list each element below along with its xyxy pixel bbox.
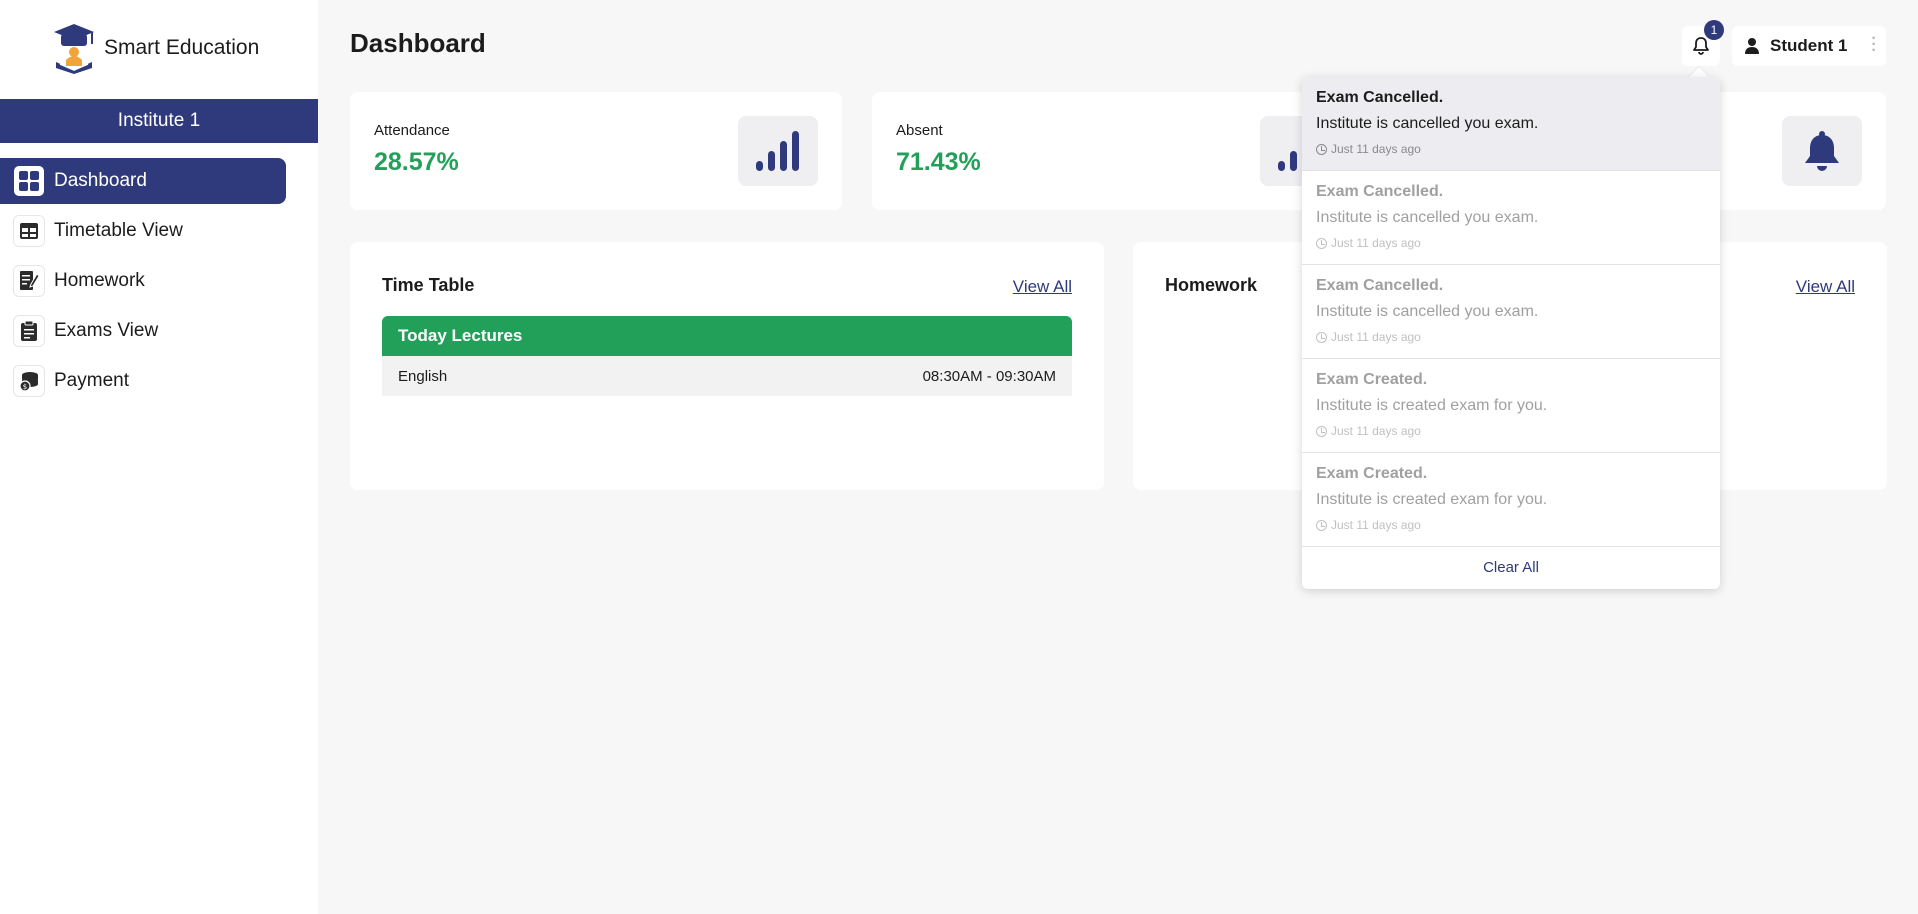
notification-message: Institute is cancelled you exam. <box>1316 115 1539 132</box>
sidebar-item-label: Payment <box>54 370 129 391</box>
sidebar-item-homework[interactable]: Homework <box>0 258 318 304</box>
page-title: Dashboard <box>350 28 486 58</box>
signal-bars-icon <box>738 116 818 186</box>
stat-label: Absent <box>896 122 943 139</box>
notification-time-text: Just 11 days ago <box>1331 236 1421 250</box>
kebab-menu-icon[interactable]: · · · <box>1870 31 1878 59</box>
homework-view-all-link[interactable]: View All <box>1796 277 1855 297</box>
notification-title: Exam Cancelled. <box>1316 183 1444 200</box>
notification-time: Just 11 days ago <box>1316 330 1706 344</box>
timetable-panel: Time Table View All Today Lectures Engli… <box>350 242 1104 490</box>
sidebar-item-label: Timetable View <box>54 220 183 241</box>
grid-icon <box>14 166 44 196</box>
lecture-time: 08:30AM - 09:30AM <box>922 367 1056 385</box>
notification-time-text: Just 11 days ago <box>1331 142 1421 156</box>
lecture-subject: English <box>398 367 448 385</box>
graduation-cap-logo <box>54 24 94 74</box>
notification-message: Institute is created exam for you. <box>1316 397 1548 414</box>
brand[interactable]: Smart Education <box>52 22 259 74</box>
sidebar-item-dashboard[interactable]: Dashboard <box>0 158 286 204</box>
institute-label[interactable]: Institute 1 <box>0 99 318 143</box>
today-lectures-header: Today Lectures <box>382 316 1072 356</box>
notification-time: Just 11 days ago <box>1316 518 1706 532</box>
notification-time: Just 11 days ago <box>1316 424 1706 438</box>
notifications-dropdown: Exam Cancelled. Institute is cancelled y… <box>1302 77 1720 589</box>
sidebar-item-label: Dashboard <box>54 170 147 191</box>
notification-count-badge: 1 <box>1704 20 1724 40</box>
sidebar-item-payment[interactable]: $ Payment <box>0 358 318 404</box>
notification-message: Institute is created exam for you. <box>1316 491 1548 508</box>
attendance-card: Attendance 28.57% <box>350 92 842 210</box>
clock-icon <box>1316 519 1327 531</box>
sidebar-item-label: Exams View <box>54 320 159 341</box>
clock-icon <box>1316 331 1327 343</box>
lecture-row: English 08:30AM - 09:30AM <box>382 356 1072 396</box>
bell-icon <box>1693 37 1709 55</box>
notebook-pen-icon <box>14 266 44 296</box>
stat-value: 71.43% <box>896 148 981 176</box>
clock-icon <box>1316 237 1327 249</box>
timetable-view-all-link[interactable]: View All <box>1013 277 1072 297</box>
sidebar-item-timetable-view[interactable]: Timetable View <box>0 208 318 254</box>
clipboard-icon <box>14 316 44 346</box>
stat-label: Attendance <box>374 122 450 139</box>
brand-name: Smart Education <box>104 36 260 59</box>
coins-icon: $ <box>14 366 44 396</box>
notification-item[interactable]: Exam Cancelled. Institute is cancelled y… <box>1302 265 1720 359</box>
user-icon <box>1745 38 1759 54</box>
notification-title: Exam Created. <box>1316 371 1428 388</box>
notification-title: Exam Cancelled. <box>1316 277 1444 294</box>
absent-card: Absent 71.43% <box>872 92 1364 210</box>
notification-item[interactable]: Exam Cancelled. Institute is cancelled y… <box>1302 171 1720 265</box>
notification-title: Exam Cancelled. <box>1316 89 1444 106</box>
notification-time: Just 11 days ago <box>1316 236 1706 250</box>
svg-text:$: $ <box>23 383 27 391</box>
user-menu-button[interactable]: Student 1 · · · <box>1732 26 1886 66</box>
panel-title: Homework <box>1165 275 1258 295</box>
clear-all-button[interactable]: Clear All <box>1302 547 1720 588</box>
sidebar-item-label: Homework <box>54 270 145 291</box>
notification-item[interactable]: Exam Created. Institute is created exam … <box>1302 453 1720 547</box>
notification-message: Institute is cancelled you exam. <box>1316 303 1539 320</box>
notification-time-text: Just 11 days ago <box>1331 330 1421 344</box>
notification-item[interactable]: Exam Created. Institute is created exam … <box>1302 359 1720 453</box>
notification-message: Institute is cancelled you exam. <box>1316 209 1539 226</box>
table-icon <box>14 216 44 246</box>
clock-icon <box>1316 143 1327 155</box>
stat-value: 28.57% <box>374 148 459 176</box>
sidebar-nav: Dashboard Timetable View Homework Exams … <box>0 158 318 408</box>
notification-time-text: Just 11 days ago <box>1331 424 1421 438</box>
notification-time-text: Just 11 days ago <box>1331 518 1421 532</box>
notification-time: Just 11 days ago <box>1316 142 1706 156</box>
clock-icon <box>1316 425 1327 437</box>
notification-item[interactable]: Exam Cancelled. Institute is cancelled y… <box>1302 77 1720 171</box>
panel-title: Time Table <box>382 275 475 295</box>
sidebar-item-exams-view[interactable]: Exams View <box>0 308 318 354</box>
notifications-button[interactable]: 1 <box>1682 20 1724 66</box>
sidebar: Smart Education Institute 1 Dashboard Ti… <box>0 0 318 914</box>
notification-title: Exam Created. <box>1316 465 1428 482</box>
bell-icon <box>1782 116 1862 186</box>
user-name: Student 1 <box>1770 36 1848 55</box>
